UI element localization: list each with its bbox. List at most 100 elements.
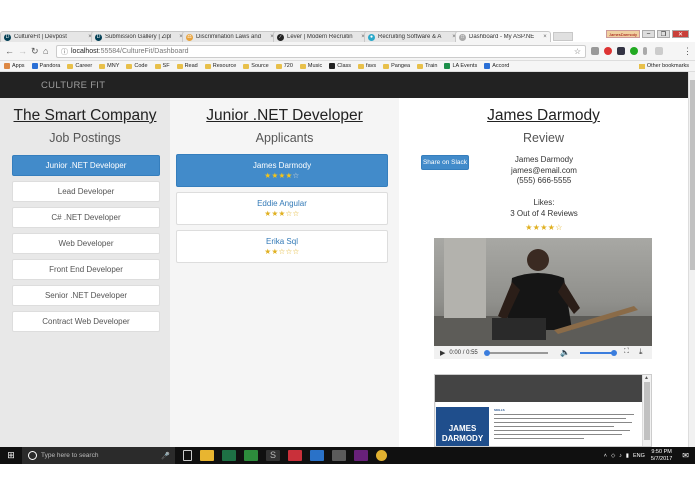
browser-tab[interactable]: □ Dashboard - My ASP.NE × xyxy=(455,31,551,42)
fullscreen-icon[interactable]: ⛶ xyxy=(624,348,629,356)
volume-icon[interactable]: 🔈 xyxy=(560,348,570,357)
volume-handle[interactable] xyxy=(611,350,617,356)
browser-tab[interactable]: D CultureFit | Devpost × xyxy=(0,31,96,42)
download-icon[interactable]: ⤓ xyxy=(639,347,643,357)
bookmark-label: Music xyxy=(307,63,323,69)
browser-tab[interactable]: ∕ Lever | Modern Recruitin × xyxy=(273,31,369,42)
job-posting-item[interactable]: Contract Web Developer xyxy=(12,311,160,332)
maximize-button[interactable]: ❐ xyxy=(657,30,670,38)
seek-track[interactable] xyxy=(486,352,548,354)
app-icon[interactable] xyxy=(332,450,346,461)
page-scrollbar[interactable] xyxy=(688,72,695,447)
bookmark-item[interactable]: Music xyxy=(299,63,323,69)
bookmark-item[interactable]: Class xyxy=(329,63,351,69)
visual-studio-icon[interactable] xyxy=(354,450,368,461)
profile-button[interactable]: JamesDarmody xyxy=(606,30,640,38)
extension-icon[interactable] xyxy=(643,47,647,55)
language-indicator[interactable]: ENG xyxy=(633,453,645,459)
interview-video[interactable] xyxy=(434,238,652,346)
job-posting-item[interactable]: Lead Developer xyxy=(12,181,160,202)
bookmark-item[interactable]: SF xyxy=(154,63,170,69)
bookmark-star-icon[interactable]: ☆ xyxy=(574,47,581,56)
job-posting-item[interactable]: Junior .NET Developer xyxy=(12,155,160,176)
job-posting-item[interactable]: Web Developer xyxy=(12,233,160,254)
bookmark-label: Class xyxy=(337,63,352,69)
notifications-icon[interactable]: ✉ xyxy=(682,451,689,460)
bookmark-item[interactable]: Accord xyxy=(484,63,509,69)
green-extension-icon[interactable] xyxy=(630,47,638,55)
bookmark-item[interactable]: Source xyxy=(243,63,269,69)
volume-track[interactable] xyxy=(580,352,614,354)
bookmark-item[interactable]: Train xyxy=(417,63,437,69)
resume-scrollbar[interactable]: ▲ xyxy=(642,375,651,446)
windows-start-icon[interactable]: ⊞ xyxy=(0,447,22,464)
tab-close-icon[interactable]: × xyxy=(542,34,548,40)
outlook-icon[interactable] xyxy=(310,450,324,461)
app-icon[interactable] xyxy=(244,450,258,461)
bookmark-item[interactable]: MNY xyxy=(99,63,119,69)
bookmark-favicon-icon xyxy=(444,63,451,69)
applicant-item[interactable]: Eddie Angular ★★★☆☆ xyxy=(176,192,388,225)
home-icon[interactable]: ⌂ xyxy=(43,46,48,56)
extension-icon[interactable] xyxy=(591,47,599,55)
excel-icon[interactable] xyxy=(222,450,236,461)
battery-icon[interactable]: ▮ xyxy=(626,453,629,459)
other-bookmarks-label: Other bookmarks xyxy=(646,63,689,69)
job-posting-item[interactable]: C# .NET Developer xyxy=(12,207,160,228)
minimize-button[interactable]: – xyxy=(642,30,655,38)
brand-link[interactable]: CULTURE FIT xyxy=(41,80,105,91)
bookmark-item[interactable]: Apps xyxy=(4,63,25,69)
browser-tab[interactable]: ⚖ Discrimination Laws and × xyxy=(182,31,278,42)
bookmark-item[interactable]: Career xyxy=(67,63,92,69)
resume-scroll-thumb[interactable] xyxy=(644,382,650,440)
seek-handle[interactable] xyxy=(484,350,490,356)
microphone-icon[interactable]: 🎤 xyxy=(161,452,170,460)
job-posting-item[interactable]: Front End Developer xyxy=(12,259,160,280)
tray-chevron-icon[interactable]: ˄ xyxy=(604,453,607,459)
menu-icon[interactable]: ⋮ xyxy=(683,46,692,57)
folder-icon xyxy=(638,63,645,69)
bookmark-item[interactable]: Read xyxy=(176,63,198,69)
volume-tray-icon[interactable]: ♪ xyxy=(619,453,622,459)
browser-tab[interactable]: ● Recruiting Software & A × xyxy=(364,31,460,42)
task-view-icon[interactable] xyxy=(183,450,192,461)
opera-extension-icon[interactable] xyxy=(604,47,612,55)
bookmark-item[interactable]: favs xyxy=(358,63,376,69)
forward-arrow-icon[interactable]: → xyxy=(18,46,27,56)
bookmark-item[interactable]: Resource xyxy=(204,63,236,69)
reload-icon[interactable]: ↻ xyxy=(31,46,39,57)
scroll-up-icon[interactable]: ▲ xyxy=(644,375,649,381)
resume-viewer[interactable]: JAMES DARMODY SKILLS ▲ xyxy=(434,374,652,447)
play-icon[interactable]: ▶ xyxy=(440,349,445,357)
back-arrow-icon[interactable]: ← xyxy=(5,46,14,56)
bookmark-item[interactable]: Pandora xyxy=(31,63,60,69)
acrobat-icon[interactable] xyxy=(288,450,302,461)
bookmark-item[interactable]: LA Events xyxy=(444,63,477,69)
close-window-button[interactable]: ✕ xyxy=(672,30,689,38)
tab-favicon-icon: D xyxy=(4,33,11,41)
bookmark-item[interactable]: Code xyxy=(126,63,148,69)
address-bar[interactable]: ⓘ localhost :55584/CultureFit/Dashboard … xyxy=(56,45,586,58)
applicant-item[interactable]: James Darmody ★★★★☆ xyxy=(176,154,388,187)
ghostery-extension-icon[interactable] xyxy=(617,47,625,55)
wifi-icon[interactable]: ◇ xyxy=(611,453,615,459)
job-posting-item[interactable]: Senior .NET Developer xyxy=(12,285,160,306)
other-bookmarks[interactable]: Other bookmarks xyxy=(638,63,689,69)
new-tab-button[interactable] xyxy=(553,32,573,41)
share-on-slack-button[interactable]: Share on Slack xyxy=(421,155,469,170)
sql-icon[interactable]: S xyxy=(266,450,280,461)
clock[interactable]: 9:50 PM 5/7/2017 xyxy=(651,449,672,463)
applicant-item[interactable]: Erika Sql ★★☆☆☆ xyxy=(176,230,388,263)
page-scroll-thumb[interactable] xyxy=(690,80,695,270)
info-icon[interactable]: ⓘ xyxy=(61,47,68,57)
taskbar-search[interactable]: Type here to search 🎤 xyxy=(22,447,175,464)
bookmark-item[interactable]: Pangea xyxy=(383,63,410,69)
star-empty-icon: ☆ xyxy=(555,223,563,232)
extension-icon[interactable] xyxy=(655,47,663,55)
file-explorer-icon[interactable] xyxy=(200,450,214,461)
browser-tab[interactable]: D Submission Gallery | Zipl × xyxy=(91,31,187,42)
chrome-icon[interactable] xyxy=(376,450,387,461)
review-column: James Darmody Review Share on Slack Jame… xyxy=(399,98,688,447)
bookmark-item[interactable]: 720 xyxy=(275,63,293,69)
bookmark-label: Read xyxy=(184,63,198,69)
